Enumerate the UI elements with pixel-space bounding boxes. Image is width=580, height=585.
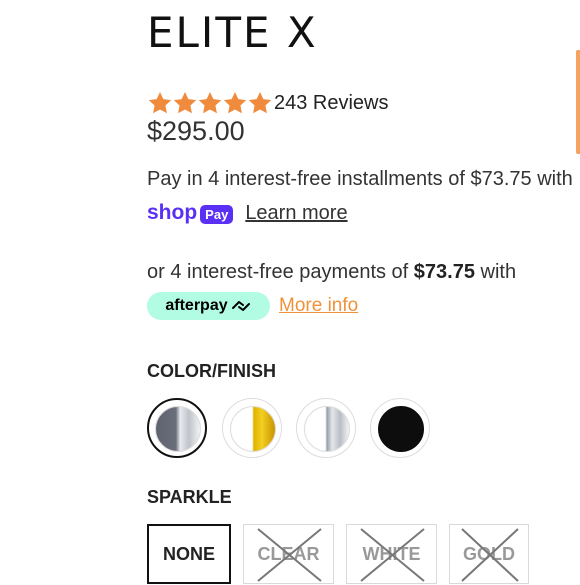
swatch-silver[interactable]	[296, 398, 356, 458]
swatch-black-fill	[378, 406, 424, 452]
shop-pay-row: shop Pay Learn more	[147, 201, 348, 225]
swatch-gold[interactable]	[222, 398, 282, 458]
sparkle-label: SPARKLE	[147, 487, 232, 507]
shop-pay-badge: Pay	[200, 204, 234, 224]
sparkle-option-none[interactable]: NONE	[147, 524, 231, 584]
afterpay-suffix: with	[474, 261, 517, 283]
sparkle-option-white[interactable]: WHITE	[346, 524, 437, 584]
swatch-silver-fill	[304, 406, 350, 452]
star-icon	[148, 91, 172, 114]
swatch-silver-black-fill	[155, 406, 201, 452]
rating-row[interactable]: 243 Reviews	[147, 90, 389, 116]
sparkle-option-gold[interactable]: GOLD	[449, 524, 529, 584]
swatch-silver-black[interactable]	[147, 398, 207, 458]
learn-more-link[interactable]: Learn more	[245, 202, 347, 225]
afterpay-text: or 4 interest-free payments of $73.75 wi…	[147, 261, 516, 284]
afterpay-row: afterpay More info	[147, 292, 358, 320]
shop-pay-installments-text: Pay in 4 interest-free installments of $…	[147, 168, 573, 190]
afterpay-prefix: or 4 interest-free payments of	[147, 261, 414, 283]
afterpay-logo: afterpay	[147, 292, 270, 320]
afterpay-brand: afterpay	[165, 297, 228, 314]
unavailable-cross-icon	[257, 528, 322, 582]
star-rating	[147, 90, 272, 116]
more-info-link[interactable]: More info	[279, 295, 358, 317]
unavailable-cross-icon	[461, 528, 519, 582]
reviews-count-link[interactable]: 243 Reviews	[274, 92, 389, 115]
star-icon	[173, 91, 197, 114]
shop-pay-logo: shop	[147, 201, 198, 224]
star-icon	[198, 91, 222, 114]
side-tab-edge[interactable]	[576, 50, 580, 154]
afterpay-amount: $73.75	[413, 261, 475, 283]
unavailable-cross-icon	[360, 528, 425, 582]
swatch-black[interactable]	[370, 398, 430, 458]
sparkle-option-label: NONE	[162, 543, 215, 564]
sparkle-option-clear[interactable]: CLEAR	[243, 524, 334, 584]
afterpay-arrows-icon	[231, 301, 250, 311]
swatch-gold-fill	[230, 406, 276, 452]
product-price: $295.00	[147, 116, 245, 146]
star-icon	[223, 91, 247, 114]
star-icon	[248, 91, 272, 114]
product-title: ELITE X	[147, 8, 318, 57]
color-finish-label: COLOR/FINISH	[147, 361, 276, 381]
